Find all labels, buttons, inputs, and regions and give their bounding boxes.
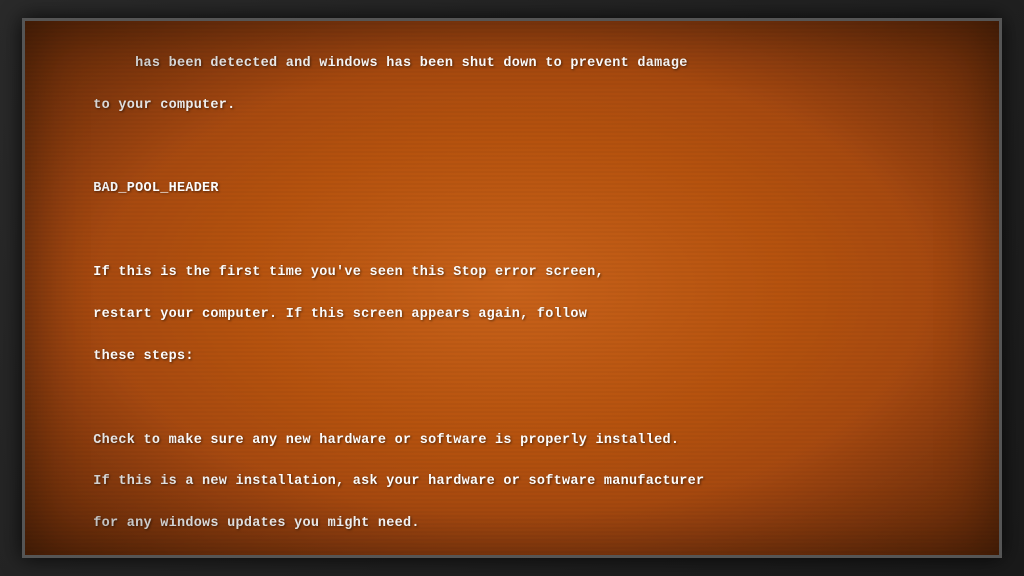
bsod-line8: these steps: [93,349,193,364]
bsod-line12: for any windows updates you might need. [93,516,419,531]
bsod-line2: to your computer. [93,98,235,113]
bsod-line10: Check to make sure any new hardware or s… [93,433,679,448]
bsod-screen: has been detected and windows has been s… [22,18,1002,558]
bsod-line11: If this is a new installation, ask your … [93,474,704,489]
bsod-content: has been detected and windows has been s… [25,21,999,555]
bsod-line6: If this is the first time you've seen th… [93,265,604,280]
bsod-error-code: BAD_POOL_HEADER [93,181,219,196]
bsod-line7: restart your computer. If this screen ap… [93,307,587,322]
monitor: has been detected and windows has been s… [0,0,1024,576]
bsod-line1: has been detected and windows has been s… [93,56,687,71]
